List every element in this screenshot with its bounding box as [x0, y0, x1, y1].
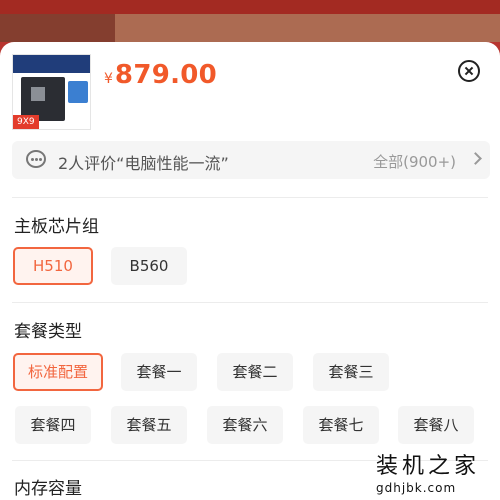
package-option-standard[interactable]: 标准配置 [13, 353, 103, 391]
memory-section-title: 内存容量 [14, 479, 82, 499]
product-price: ¥ 879.00 [104, 60, 217, 90]
watermark-cn: 装机之家 [376, 454, 481, 479]
package-option-2[interactable]: 套餐二 [217, 353, 293, 391]
chipset-option-b560[interactable]: B560 [111, 247, 187, 285]
cpu-box-image [68, 81, 88, 103]
site-watermark: 装机之家 gdhjbk.com [376, 448, 486, 495]
all-reviews-link[interactable]: 全部(900+) [373, 151, 456, 172]
package-option-1[interactable]: 套餐一 [121, 353, 197, 391]
price-amount: 879.00 [114, 60, 218, 90]
review-summary-bar[interactable]: 2人评价“电脑性能一流” 全部(900+) [12, 141, 490, 179]
package-option-6[interactable]: 套餐六 [207, 406, 283, 444]
divider [12, 197, 488, 198]
thumbnail-badge: 9X9 [13, 115, 39, 129]
watermark-en: gdhjbk.com [376, 481, 457, 495]
package-option-4[interactable]: 套餐四 [15, 406, 91, 444]
product-options-sheet: 9X9 ¥ 879.00 2人评价“电脑性能一流” 全部(900+) 主板芯片组… [0, 42, 500, 500]
product-thumbnail[interactable]: 9X9 [12, 54, 91, 130]
package-option-8[interactable]: 套餐八 [398, 406, 474, 444]
package-option-5[interactable]: 套餐五 [111, 406, 187, 444]
chipset-option-h510[interactable]: H510 [13, 247, 93, 285]
package-option-7[interactable]: 套餐七 [303, 406, 379, 444]
review-summary-text: 2人评价“电脑性能一流” [58, 154, 229, 173]
package-section-title: 套餐类型 [14, 322, 82, 342]
thumbnail-header [13, 55, 90, 73]
chevron-right-icon [469, 152, 482, 165]
package-option-3[interactable]: 套餐三 [313, 353, 389, 391]
currency-symbol: ¥ [104, 71, 113, 87]
backdrop-banner [0, 14, 500, 42]
close-icon[interactable] [458, 60, 480, 82]
divider [12, 302, 488, 303]
chat-bubble-icon [26, 150, 46, 168]
chipset-section-title: 主板芯片组 [14, 217, 99, 237]
